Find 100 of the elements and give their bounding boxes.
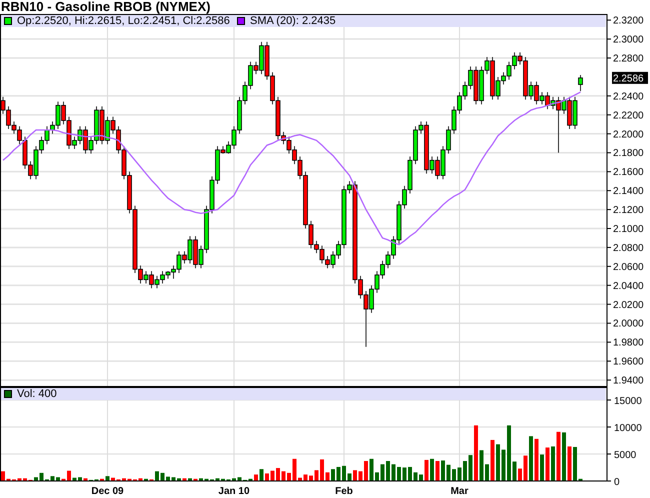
volume-bar [282,471,286,481]
volume-bar [397,466,401,481]
volume-bar [111,478,115,481]
axis-label: 2.0600 [613,262,644,273]
axis-label: 2.0200 [613,300,644,311]
volume-bar [556,432,560,481]
volume-bar [287,472,291,481]
volume-bar [485,464,489,481]
volume-bar [314,470,318,481]
volume-bar [18,478,22,481]
volume-bar [276,468,280,481]
volume-bar [326,472,330,481]
volume-bar [480,450,484,481]
volume-bar [40,472,44,481]
volume-bar [100,478,104,481]
volume-bar [216,478,220,481]
legend-text: Op:2.2520, Hi:2.2615, Lo:2.2451, Cl:2.2586 [17,15,231,27]
volume-bar [474,425,478,481]
volume-bar [292,458,296,481]
legend-text: Vol: 400 [17,388,57,400]
volume-bar [106,476,110,481]
volume-bar [248,478,252,481]
volume-bar [122,478,126,481]
axis-label: 1.9600 [613,356,644,368]
date-label: Jan 10 [218,486,250,497]
volume-bar [34,477,38,481]
axis-label: 5000 [614,450,636,461]
volume-bar [468,455,472,481]
volume-bar [502,450,506,481]
axis-label: 2.0400 [613,280,644,292]
volume-bar [524,456,528,481]
volume-bar [1,471,5,481]
date-label: Feb [335,486,353,497]
axis-label: 0 [614,477,620,488]
volume-bar [424,460,428,481]
volume-bar [551,446,555,481]
volume-bar [298,478,302,481]
axis-label: 1.9400 [613,376,644,386]
legend-text: SMA (20): 2.2435 [250,15,336,27]
volume-bar [546,448,550,481]
volume-bar [128,478,132,481]
volume-bar [578,478,582,481]
volume-bar [490,440,494,481]
volume-bar [419,474,423,481]
axis-label: 2.0800 [613,242,644,254]
axis-label: 10000 [614,423,642,434]
axis-label: 2.1200 [613,205,644,216]
volume-bar [166,476,170,481]
volume-bar [392,464,396,481]
price-tag: 2.2586 [612,72,648,84]
axis-label: 2.2400 [613,91,644,102]
volume-bar [204,478,208,481]
date-label: Dec 09 [91,486,124,497]
volume-bar [370,458,374,481]
axis-label: 2.2200 [613,110,644,122]
volume-bar [430,458,434,481]
volume-bar [78,477,82,481]
volume-bar [270,470,274,481]
volume-bar [496,444,500,481]
volume-bar [529,436,533,481]
volume-bar [221,478,225,481]
volume-bar [358,471,362,481]
volume-bar [50,476,54,481]
volume-bar [573,446,577,481]
date-label: Mar [450,486,468,497]
volume-bar [512,462,516,481]
axis-label: 2.3200 [613,16,644,27]
axis-label: 2.2000 [613,129,644,140]
volume-bar [177,478,181,481]
volume-bar [386,461,390,481]
axis-label: 1.9800 [613,338,644,349]
volume-bar [414,472,418,481]
volume-bar [309,476,313,481]
volume-bar [342,466,346,481]
volume-bar [194,478,198,481]
axis-label: 15000 [614,396,642,407]
volume-bar [518,468,522,481]
volume-bar [375,472,379,481]
volume-bar [144,478,148,481]
volume-bar [507,425,511,481]
volume-bar [56,477,60,481]
volume-bar [446,464,450,481]
volume-bar [534,438,538,481]
volume-bar [463,461,467,481]
axis-label: 2.2800 [613,54,644,64]
volume-bar [238,477,242,481]
axis-label: 2.3000 [613,34,644,46]
volume-bar [188,478,192,481]
volume-bar [540,454,544,481]
volume-bar [232,478,236,481]
volume-bar [160,472,164,481]
volume-bar [436,461,440,481]
volume-bar [568,446,572,481]
volume-bar [84,478,88,481]
volume-bar [155,471,159,481]
axis-label: 2.1400 [613,186,644,198]
volume-bar [348,473,352,481]
volume-bar [6,478,10,481]
volume-bar [62,478,66,481]
volume-bar [380,464,384,481]
